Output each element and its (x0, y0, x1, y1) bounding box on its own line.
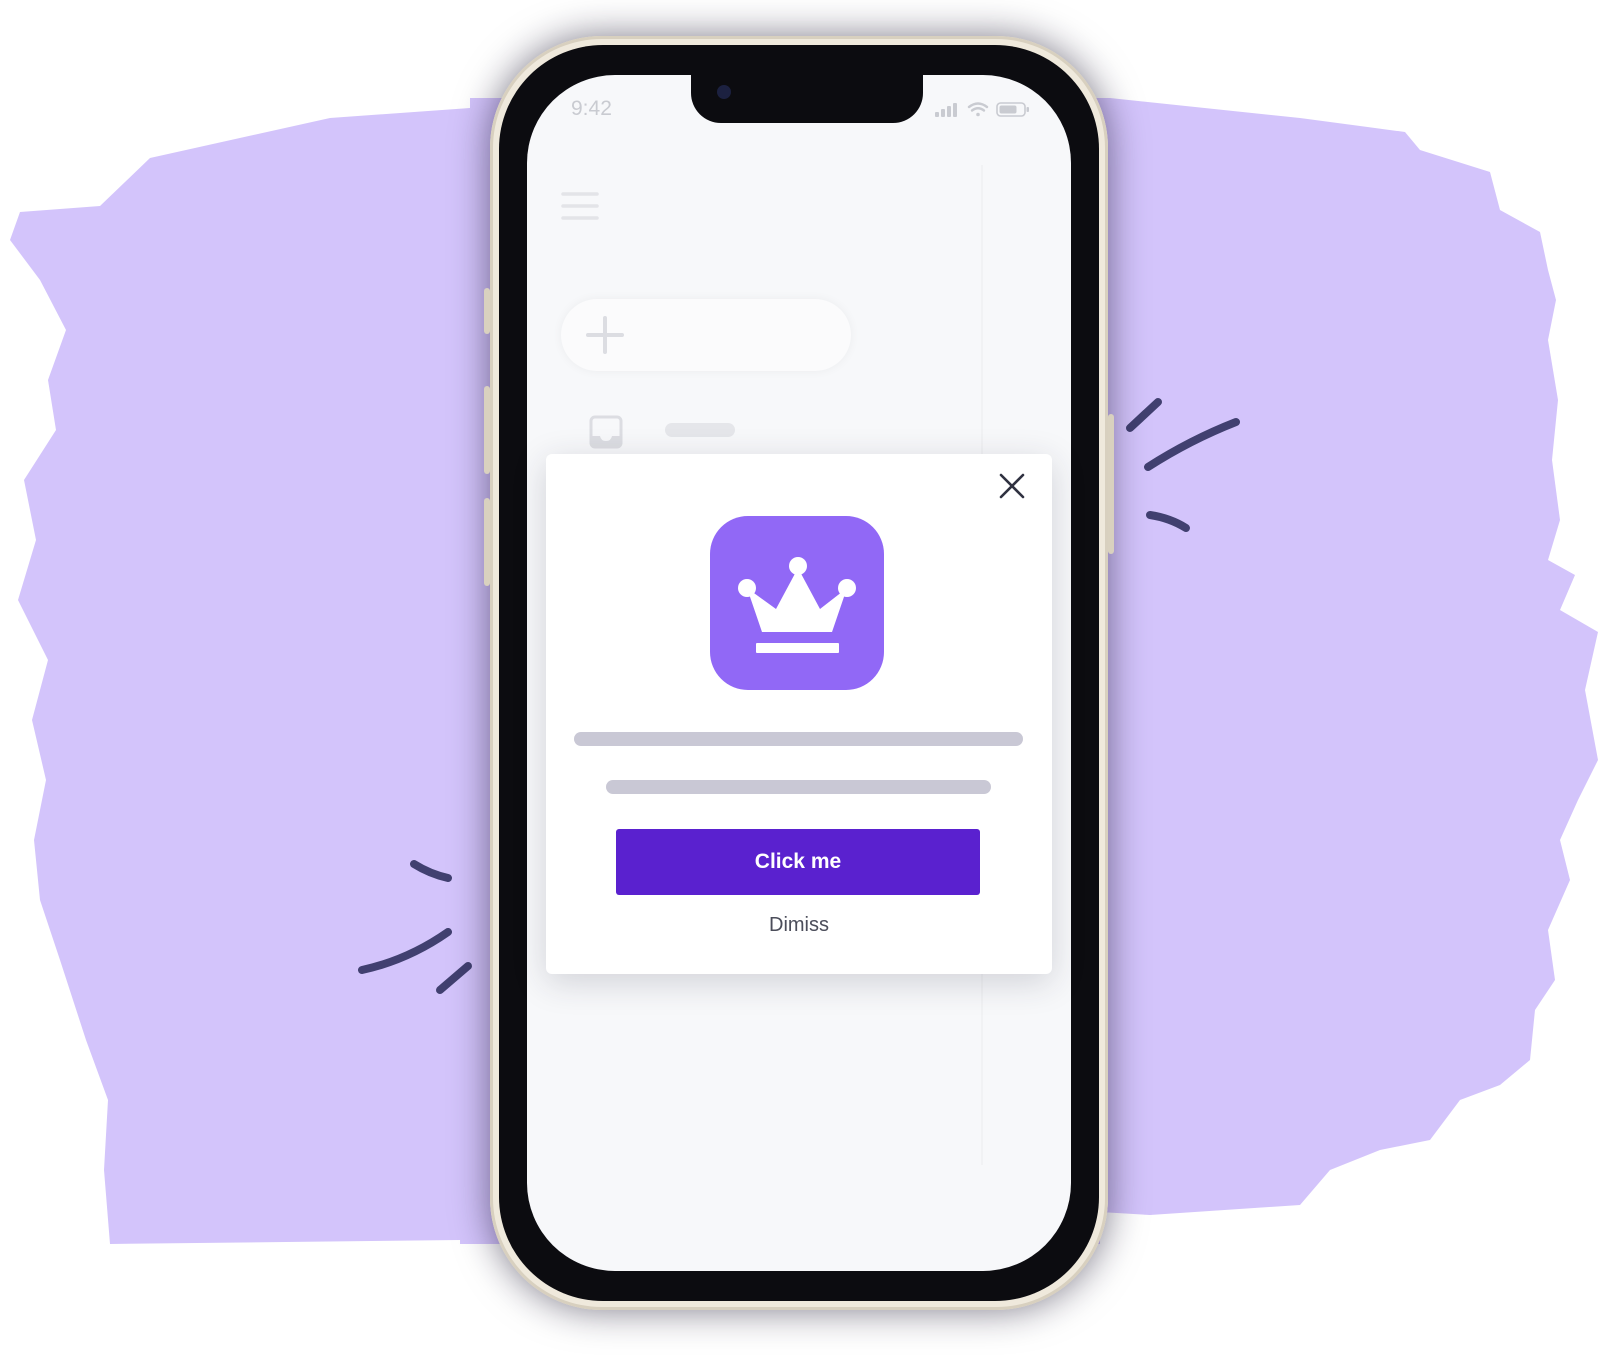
plus-icon (586, 316, 624, 354)
title-placeholder-line (574, 732, 1023, 746)
wifi-icon (967, 102, 989, 117)
battery-icon (996, 102, 1029, 117)
menu-icon[interactable] (561, 191, 599, 221)
illustration: 9:42 Click me Dimiss (0, 0, 1600, 1359)
inbox-label-placeholder (665, 423, 735, 437)
subtitle-placeholder-line (606, 780, 991, 794)
phone-volume-up-button (484, 386, 490, 474)
premium-app-icon (710, 516, 884, 690)
dismiss-link[interactable]: Dimiss (546, 914, 1052, 937)
crown-icon (738, 557, 856, 653)
click-me-button[interactable]: Click me (616, 829, 980, 895)
close-icon[interactable] (992, 466, 1032, 506)
status-time: 9:42 (571, 97, 612, 120)
phone-notch (691, 75, 923, 123)
new-item-button[interactable] (561, 299, 851, 371)
phone-volume-down-button (484, 498, 490, 586)
front-camera (717, 85, 731, 99)
phone-side-button (484, 288, 490, 334)
upgrade-modal: Click me Dimiss (546, 454, 1052, 974)
signal-icon (935, 103, 957, 117)
inbox-icon[interactable] (589, 415, 623, 449)
phone-power-button (1108, 414, 1114, 554)
status-icons (935, 102, 1029, 117)
